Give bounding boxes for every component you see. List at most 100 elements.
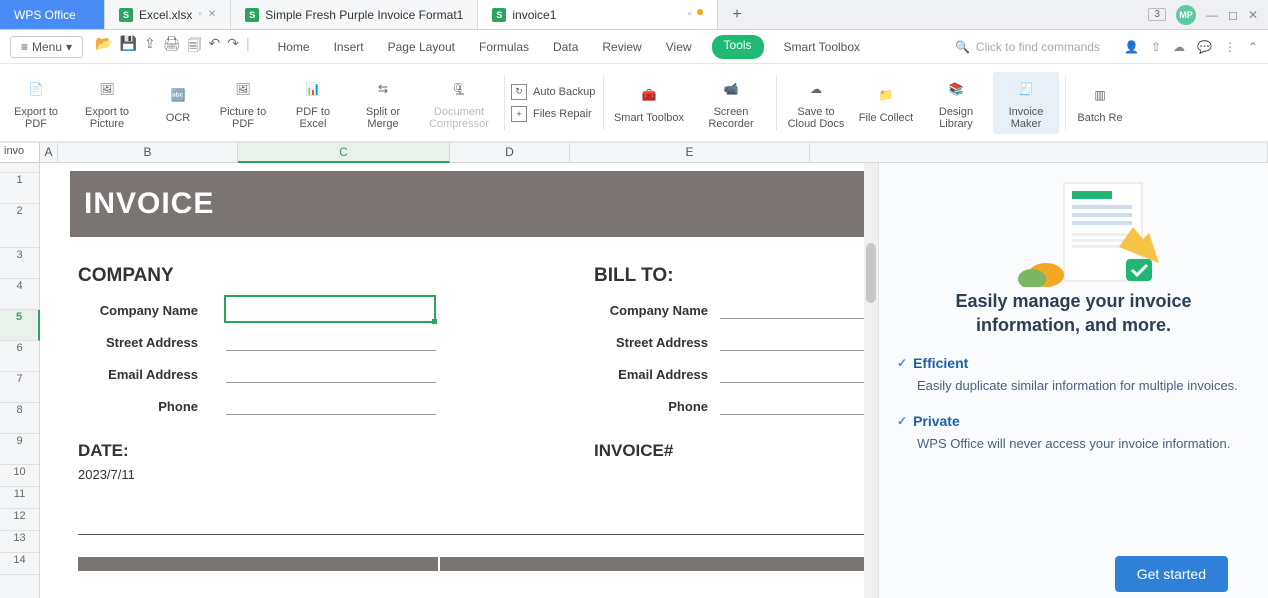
minimize-icon[interactable]: — [1206, 8, 1218, 22]
separator: | [246, 35, 250, 59]
tab-home[interactable]: Home [274, 35, 314, 59]
save-cloud-button[interactable]: ☁Save to Cloud Docs [783, 72, 849, 134]
invoice-maker-button[interactable]: 🧾Invoice Maker [993, 72, 1059, 134]
menu-button[interactable]: ≡ Menu ▾ [10, 36, 83, 58]
column-headers: A B C D E [40, 142, 1268, 163]
vertical-scrollbar[interactable] [864, 163, 878, 598]
tab-formulas[interactable]: Formulas [475, 35, 533, 59]
invoice-icon: 🧾 [1013, 76, 1039, 102]
document-tab-3[interactable]: S invoice1 ▫ [478, 0, 718, 29]
save-icon[interactable]: 💾 [120, 35, 137, 59]
check-icon: ✓ [897, 414, 907, 428]
input-line[interactable] [720, 365, 870, 383]
pdf-to-excel-button[interactable]: 📊PDF to Excel [280, 72, 346, 134]
label-street: Street Address [78, 335, 198, 350]
window-count[interactable]: 3 [1148, 8, 1166, 21]
toolbox-icon: 🧰 [636, 82, 662, 108]
batch-button[interactable]: ▥Batch Re [1072, 78, 1128, 128]
design-library-button[interactable]: 📚Design Library [923, 72, 989, 134]
spreadsheet-area[interactable]: INVOICE COMPANY BILL TO: Company Name St… [40, 163, 878, 598]
export-icon[interactable]: ⇪ [144, 35, 156, 59]
tab-menu-icon[interactable]: ▫ [198, 9, 202, 20]
new-tab-button[interactable]: + [718, 0, 755, 29]
row-5[interactable]: 5 [0, 310, 40, 341]
row-1[interactable]: 1 [0, 173, 39, 204]
input-line[interactable] [226, 333, 436, 351]
open-icon[interactable]: 📂 [95, 35, 112, 59]
smart-toolbox-button[interactable]: 🧰Smart Toolbox [610, 78, 688, 128]
feedback-icon[interactable]: 💬 [1197, 40, 1212, 54]
user-add-icon[interactable]: 👤 [1124, 40, 1139, 54]
share-icon[interactable]: ⇧ [1151, 40, 1161, 54]
tab-insert[interactable]: Insert [330, 35, 368, 59]
row-14[interactable]: 14 [0, 553, 39, 575]
more-icon[interactable]: ⋮ [1224, 40, 1236, 54]
input-line[interactable] [226, 397, 436, 415]
check-icon: ✓ [897, 356, 907, 370]
row-13[interactable]: 13 [0, 531, 39, 553]
col-C[interactable]: C [238, 143, 450, 163]
save-cloud-icon[interactable]: ☁ [1173, 40, 1185, 54]
app-tab[interactable]: WPS Office [0, 0, 105, 29]
maximize-icon[interactable]: ◻ [1228, 8, 1238, 22]
row-7[interactable]: 7 [0, 372, 39, 403]
print-icon[interactable]: 🖨 [163, 35, 181, 59]
label-billto-street: Street Address [588, 335, 708, 350]
close-icon[interactable]: ✕ [1248, 8, 1258, 22]
avatar[interactable]: MP [1176, 5, 1196, 25]
row-2[interactable]: 2 [0, 204, 39, 248]
input-line[interactable] [720, 333, 870, 351]
col-D[interactable]: D [450, 143, 570, 162]
file-collect-button[interactable]: 📁File Collect [853, 78, 919, 128]
input-line[interactable] [720, 301, 870, 319]
tab-close-icon[interactable]: ✕ [208, 9, 216, 20]
row-12[interactable]: 12 [0, 509, 39, 531]
print-preview-icon[interactable]: 🗐 [187, 35, 201, 59]
pdf-icon: 📄 [23, 76, 49, 102]
col-B[interactable]: B [58, 143, 238, 162]
row-3[interactable]: 3 [0, 248, 39, 279]
tab-label: Excel.xlsx [139, 8, 192, 22]
tab-page-layout[interactable]: Page Layout [384, 35, 459, 59]
command-search[interactable]: 🔍 Click to find commands [955, 40, 1100, 54]
col-E[interactable]: E [570, 143, 810, 162]
name-box[interactable]: invo [0, 142, 40, 163]
feature-desc: WPS Office will never access your invoic… [917, 435, 1250, 453]
undo-icon[interactable]: ↶ [208, 35, 220, 59]
row-4[interactable]: 4 [0, 279, 39, 310]
tab-menu-icon[interactable]: ▫ [688, 9, 692, 20]
document-tab-1[interactable]: S Excel.xlsx ▫✕ [105, 0, 231, 29]
tab-view[interactable]: View [662, 35, 696, 59]
get-started-button[interactable]: Get started [1115, 556, 1228, 592]
col-A[interactable]: A [40, 143, 58, 162]
document-tab-2[interactable]: S Simple Fresh Purple Invoice Format1 [231, 0, 478, 29]
label-billto-email: Email Address [588, 367, 708, 382]
ocr-button[interactable]: 🔤OCR [150, 78, 206, 128]
row-9[interactable]: 9 [0, 434, 39, 465]
screen-recorder-button[interactable]: 📹Screen Recorder [692, 72, 770, 134]
auto-backup-button[interactable]: ↻Auto Backup [511, 84, 597, 100]
tab-smart-toolbox[interactable]: Smart Toolbox [780, 35, 864, 59]
split-merge-button[interactable]: ⇆Split or Merge [350, 72, 416, 134]
date-value[interactable]: 2023/7/11 [78, 467, 135, 482]
unsaved-dot-icon [697, 9, 703, 15]
row-8[interactable]: 8 [0, 403, 39, 434]
collapse-ribbon-icon[interactable]: ⌃ [1248, 40, 1258, 54]
row-10[interactable]: 10 [0, 465, 39, 487]
export-picture-button[interactable]: 🖼Export to Picture [68, 72, 146, 134]
company-heading: COMPANY [78, 265, 174, 287]
input-line[interactable] [720, 397, 870, 415]
redo-icon[interactable]: ↷ [227, 35, 239, 59]
tab-tools[interactable]: Tools [712, 35, 764, 59]
selected-cell[interactable] [224, 295, 436, 323]
separator [1065, 76, 1066, 130]
export-pdf-button[interactable]: 📄Export to PDF [8, 72, 64, 134]
picture-to-pdf-button[interactable]: 🖼Picture to PDF [210, 72, 276, 134]
promo-illustration [897, 169, 1250, 287]
tab-data[interactable]: Data [549, 35, 582, 59]
files-repair-button[interactable]: +Files Repair [511, 106, 597, 122]
input-line[interactable] [226, 365, 436, 383]
tab-review[interactable]: Review [598, 35, 645, 59]
row-6[interactable]: 6 [0, 341, 39, 372]
row-11[interactable]: 11 [0, 487, 39, 509]
